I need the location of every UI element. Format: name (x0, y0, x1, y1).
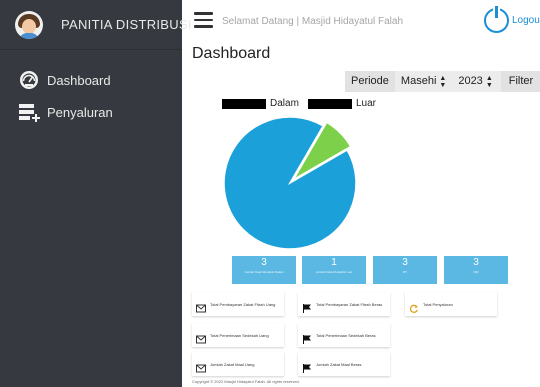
info-card-label: Total Pembayaran Zakat Fitrah Uang (210, 301, 276, 307)
info-card[interactable]: Total Penyaluran (405, 292, 497, 316)
envelope-icon (196, 300, 206, 312)
stat-box: 3 RT (373, 256, 437, 284)
filter-button[interactable]: Filter (500, 71, 540, 92)
info-card[interactable]: Total Penerimaan Sedekah Uang (192, 323, 284, 347)
sidebar-item-dashboard[interactable]: Dashboard (0, 64, 182, 96)
periode-label: Periode (345, 71, 395, 92)
info-card[interactable]: Total Pembayaran Zakat Fitrah Uang (192, 292, 284, 316)
legend-label: Dalam (270, 98, 299, 109)
stat-value: 3 (261, 257, 267, 268)
info-card[interactable]: Total Pembayaran Zakat Fitrah Beras (298, 292, 390, 316)
info-card-label: Total Pembayaran Zakat Fitrah Beras (316, 301, 383, 307)
welcome-text: Selamat Datang | Masjid Hidayatul Falah (222, 16, 404, 27)
year-select-value: 2023 (458, 75, 483, 87)
sidebar-header: PANITIA DISTRIBUSI (0, 0, 192, 50)
info-card[interactable]: Total Penerimaan Sedekah Beras (298, 323, 390, 347)
calendar-select-value: Masehi (400, 75, 437, 87)
logout-label: Logou (512, 15, 540, 26)
stat-caption: Jumlah Data Mustahik Dalam (244, 270, 284, 274)
info-card-label: Total Penerimaan Sedekah Beras (316, 332, 376, 338)
stat-caption: RT (403, 270, 407, 274)
stat-caption: RW (473, 270, 479, 274)
envelope-icon (196, 331, 206, 343)
page-title: Dashboard (192, 45, 271, 62)
logout-button[interactable]: Logou (484, 6, 540, 33)
brand-title: PANITIA DISTRIBUSI (61, 17, 192, 32)
list-add-icon (18, 102, 40, 122)
refresh-icon (409, 300, 419, 313)
legend-swatch (222, 98, 266, 109)
legend-item-luar[interactable]: Luar (308, 98, 376, 109)
pie-chart (223, 116, 357, 250)
menu-toggle-icon[interactable] (194, 12, 213, 28)
sidebar-item-penyaluran[interactable]: Penyaluran (0, 96, 182, 128)
info-card-label: Total Penyaluran (423, 301, 453, 307)
info-card[interactable]: Jumlah Zakat Maal Beras (298, 352, 390, 376)
info-card-label: Jumlah Zakat Maal Uang (210, 361, 255, 367)
stat-value: 3 (402, 257, 408, 268)
filter-bar: Periode Masehi ▲ ▼ 2023 ▲ ▼ Filter (345, 71, 540, 92)
info-card-label: Jumlah Zakat Maal Beras (316, 361, 362, 367)
stat-value: 1 (331, 257, 337, 268)
stat-value: 3 (473, 257, 479, 268)
sidebar-item-label: Penyaluran (47, 104, 113, 120)
updown-icon: ▲ ▼ (439, 74, 447, 89)
info-card-label: Total Penerimaan Sedekah Uang (210, 332, 269, 338)
stat-box: 3 RW (444, 256, 508, 284)
envelope-icon (196, 360, 206, 372)
speedometer-icon (18, 70, 40, 90)
info-card[interactable]: Jumlah Zakat Maal Uang (192, 352, 284, 376)
topbar: Selamat Datang | Masjid Hidayatul Falah … (182, 0, 540, 42)
calendar-select[interactable]: Masehi ▲ ▼ (395, 71, 452, 92)
updown-icon: ▲ ▼ (485, 74, 493, 89)
legend-label: Luar (356, 98, 377, 109)
avatar[interactable] (15, 10, 43, 39)
flag-icon (302, 300, 312, 313)
year-select[interactable]: 2023 ▲ ▼ (452, 71, 498, 92)
sidebar-item-label: Dashboard (47, 72, 111, 88)
footer-copyright: Copyright © 2022 Masjid Hidayatul Falah.… (192, 379, 300, 384)
stat-box: 1 Jumlah Data Mustahik Luar (302, 256, 366, 284)
sidebar: PANITIA DISTRIBUSI Dashboard Penyaluran (0, 0, 192, 387)
legend-item-dalam[interactable]: Dalam (222, 98, 299, 109)
flag-icon (302, 331, 312, 344)
legend-swatch (308, 98, 352, 109)
stat-box: 3 Jumlah Data Mustahik Dalam (232, 256, 296, 284)
flag-icon (302, 360, 312, 373)
stat-caption: Jumlah Data Mustahik Luar (315, 270, 353, 274)
power-icon (484, 6, 509, 33)
